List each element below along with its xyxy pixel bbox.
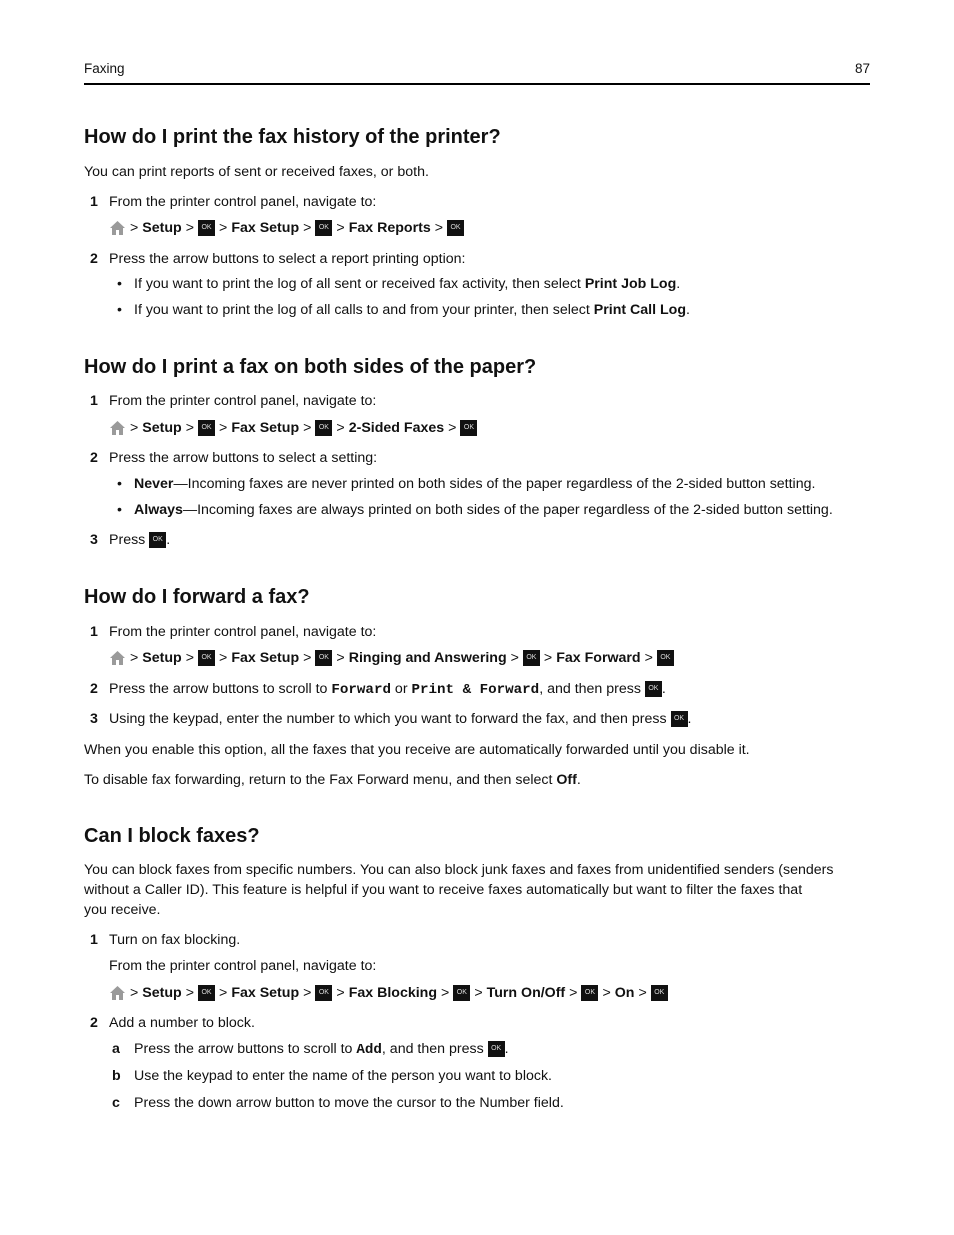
step-number: 2 <box>90 450 98 466</box>
home-icon <box>110 651 125 665</box>
step-text: Turn on fax blocking. <box>109 932 241 948</box>
nav-path: > Setup > OK > Fax Setup > OK > Fax Reports > … <box>109 220 465 236</box>
paragraph: When you enable this option, all the fax… <box>84 742 750 758</box>
section-name: Faxing <box>84 61 125 76</box>
nav-setup: Setup <box>142 985 182 1001</box>
substep-text: Press the down arrow button to move the … <box>134 1095 564 1111</box>
substep-letter: a <box>112 1041 120 1057</box>
ok-button-icon: OK <box>487 1041 505 1058</box>
bullet: • <box>117 476 122 492</box>
step-text: Add a number to block. <box>109 1015 255 1031</box>
nav-turn-on-off: Turn On/Off <box>486 985 566 1001</box>
nav-setup: Setup <box>142 220 182 236</box>
ok-button-icon: OK <box>198 420 216 436</box>
paragraph: You can print reports of sent or receive… <box>84 164 429 180</box>
home-icon <box>110 421 125 435</box>
ok-button-icon: OK <box>656 650 674 666</box>
step-text: From the printer control panel, navigate… <box>109 194 377 210</box>
ok-button-icon: OK <box>198 650 216 666</box>
step-number: 3 <box>90 711 98 727</box>
nav-2-sided-faxes: 2-Sided Faxes <box>348 420 445 436</box>
bullet: • <box>117 502 122 518</box>
step-number: 2 <box>90 681 98 697</box>
bullet-text: Always—Incoming faxes are always printed… <box>134 502 833 518</box>
heading-fax-history: How do I print the fax history of the pr… <box>84 126 501 148</box>
step-number: 3 <box>90 532 98 548</box>
nav-fax-forward: Fax Forward <box>556 650 641 666</box>
nav-setup: Setup <box>142 420 182 436</box>
step-text: Press OK. <box>109 532 171 549</box>
paragraph: To disable fax forwarding, return to the… <box>84 772 581 788</box>
paragraph: without a Caller ID). This feature is he… <box>84 882 803 898</box>
nav-fax-blocking: Fax Blocking <box>348 985 438 1001</box>
step-subtext: From the printer control panel, navigate… <box>109 958 377 974</box>
step-text: Using the keypad, enter the number to wh… <box>109 711 692 728</box>
paragraph: You can block faxes from specific number… <box>84 862 834 878</box>
bullet-text: If you want to print the log of all sent… <box>134 276 681 292</box>
bullet: • <box>117 276 122 292</box>
nav-ringing-answering: Ringing and Answering <box>348 650 507 666</box>
ok-button-icon: OK <box>650 985 668 1001</box>
step-text: Press the arrow buttons to select a sett… <box>109 450 378 466</box>
ok-button-icon: OK <box>522 650 540 666</box>
step-number: 2 <box>90 1015 98 1031</box>
page-header: Faxing 87 <box>84 61 870 85</box>
substep-text: Use the keypad to enter the name of the … <box>134 1068 552 1084</box>
substep-letter: c <box>112 1095 120 1111</box>
nav-path: > Setup > OK > Fax Setup > OK > Ringing and A… <box>109 650 674 666</box>
step-number: 1 <box>90 932 98 948</box>
step-text: Press the arrow buttons to scroll to For… <box>109 681 666 698</box>
step-text: Press the arrow buttons to select a repo… <box>109 251 466 267</box>
nav-setup: Setup <box>142 650 182 666</box>
nav-path: > Setup > OK > Fax Setup > OK > 2-Sided Faxes… <box>109 420 478 436</box>
bullet-text: If you want to print the log of all call… <box>134 302 690 318</box>
ok-button-icon: OK <box>315 220 333 236</box>
heading-forward-fax: How do I forward a fax? <box>84 586 310 608</box>
step-number: 1 <box>90 194 98 210</box>
nav-fax-setup: Fax Setup <box>231 220 300 236</box>
nav-fax-setup: Fax Setup <box>231 650 300 666</box>
nav-path: > Setup > OK > Fax Setup > OK > Fax Blocking >… <box>109 985 668 1001</box>
heading-two-sided: How do I print a fax on both sides of th… <box>84 356 537 378</box>
ok-button-icon: OK <box>315 420 333 436</box>
nav-on: On <box>614 985 635 1001</box>
home-icon <box>110 221 125 235</box>
paragraph: you receive. <box>84 902 161 918</box>
page-number: 87 <box>854 61 870 76</box>
nav-fax-reports: Fax Reports <box>348 220 431 236</box>
substep-text: Press the arrow buttons to scroll to Add… <box>134 1041 509 1058</box>
nav-fax-setup: Fax Setup <box>231 420 300 436</box>
heading-block-faxes: Can I block faxes? <box>84 825 260 847</box>
ok-button-icon: OK <box>315 650 333 666</box>
ok-button-icon: OK <box>670 711 688 728</box>
bullet-text: Never—Incoming faxes are never printed o… <box>134 476 816 492</box>
ok-button-icon: OK <box>198 985 216 1001</box>
step-text: From the printer control panel, navigate… <box>109 393 377 409</box>
nav-fax-setup: Fax Setup <box>231 985 300 1001</box>
step-text: From the printer control panel, navigate… <box>109 624 377 640</box>
ok-button-icon: OK <box>581 985 599 1001</box>
substep-letter: b <box>112 1068 121 1084</box>
step-number: 2 <box>90 251 98 267</box>
bullet: • <box>117 302 122 318</box>
ok-button-icon: OK <box>644 681 662 698</box>
ok-button-icon: OK <box>453 985 471 1001</box>
home-icon <box>110 986 125 1000</box>
ok-button-icon: OK <box>447 220 465 236</box>
ok-button-icon: OK <box>198 220 216 236</box>
ok-button-icon: OK <box>460 420 478 436</box>
step-number: 1 <box>90 393 98 409</box>
ok-button-icon: OK <box>149 532 167 549</box>
step-number: 1 <box>90 624 98 640</box>
ok-button-icon: OK <box>315 985 333 1001</box>
